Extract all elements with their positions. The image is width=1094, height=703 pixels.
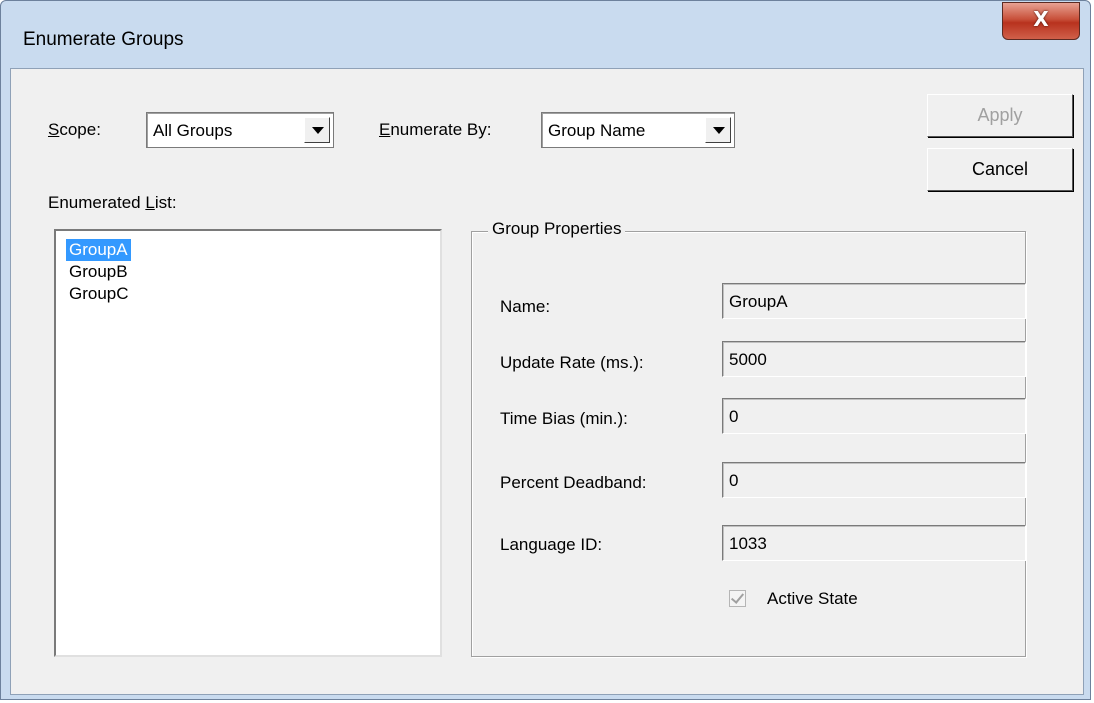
update-rate-field: 5000	[722, 341, 1026, 377]
list-item[interactable]: GroupB	[66, 261, 131, 283]
time-bias-field: 0	[722, 398, 1026, 434]
language-id-value: 1033	[729, 534, 767, 553]
scope-label: Scope:	[48, 120, 101, 139]
update-rate-label: Update Rate (ms.):	[500, 353, 644, 372]
name-value: GroupA	[729, 292, 788, 311]
time-bias-label: Time Bias (min.):	[500, 409, 628, 428]
active-state-label: Active State	[767, 589, 858, 608]
title-bar[interactable]: Enumerate Groups X	[1, 1, 1090, 73]
enumerate-by-label: Enumerate By:	[379, 120, 492, 139]
group-properties-title: Group Properties	[488, 219, 626, 239]
enumerated-list-label: Enumerated List:	[48, 193, 177, 212]
chevron-down-icon[interactable]	[705, 117, 731, 143]
enumerate-by-dropdown[interactable]: Group Name	[541, 112, 735, 148]
name-field: GroupA	[722, 283, 1026, 319]
apply-button[interactable]: Apply	[927, 94, 1073, 137]
scope-dropdown[interactable]: All Groups	[146, 112, 334, 148]
cancel-button[interactable]: Cancel	[927, 148, 1073, 191]
language-id-field: 1033	[722, 525, 1026, 561]
percent-deadband-value: 0	[729, 471, 739, 490]
list-item[interactable]: GroupA	[66, 239, 131, 261]
list-item[interactable]: GroupC	[66, 283, 132, 305]
percent-deadband-field: 0	[722, 462, 1026, 498]
active-state-checkbox[interactable]	[729, 590, 746, 607]
enumerate-by-value: Group Name	[548, 121, 646, 140]
time-bias-value: 0	[729, 407, 739, 426]
chevron-down-icon[interactable]	[304, 117, 330, 143]
dialog-client-area: Scope: All Groups Enumerate By: Group Na…	[10, 68, 1084, 695]
enumerated-list[interactable]: GroupA GroupB GroupC	[54, 229, 442, 657]
close-icon: X	[1033, 7, 1049, 31]
dialog-title: Enumerate Groups	[23, 29, 184, 50]
scope-value: All Groups	[153, 121, 233, 140]
percent-deadband-label: Percent Deadband:	[500, 473, 647, 492]
close-button[interactable]: X	[1002, 2, 1080, 40]
name-label: Name:	[500, 297, 551, 316]
update-rate-value: 5000	[729, 350, 767, 369]
language-id-label: Language ID:	[500, 535, 603, 554]
dialog-window: Enumerate Groups X Scope: All Groups Enu…	[0, 0, 1091, 700]
